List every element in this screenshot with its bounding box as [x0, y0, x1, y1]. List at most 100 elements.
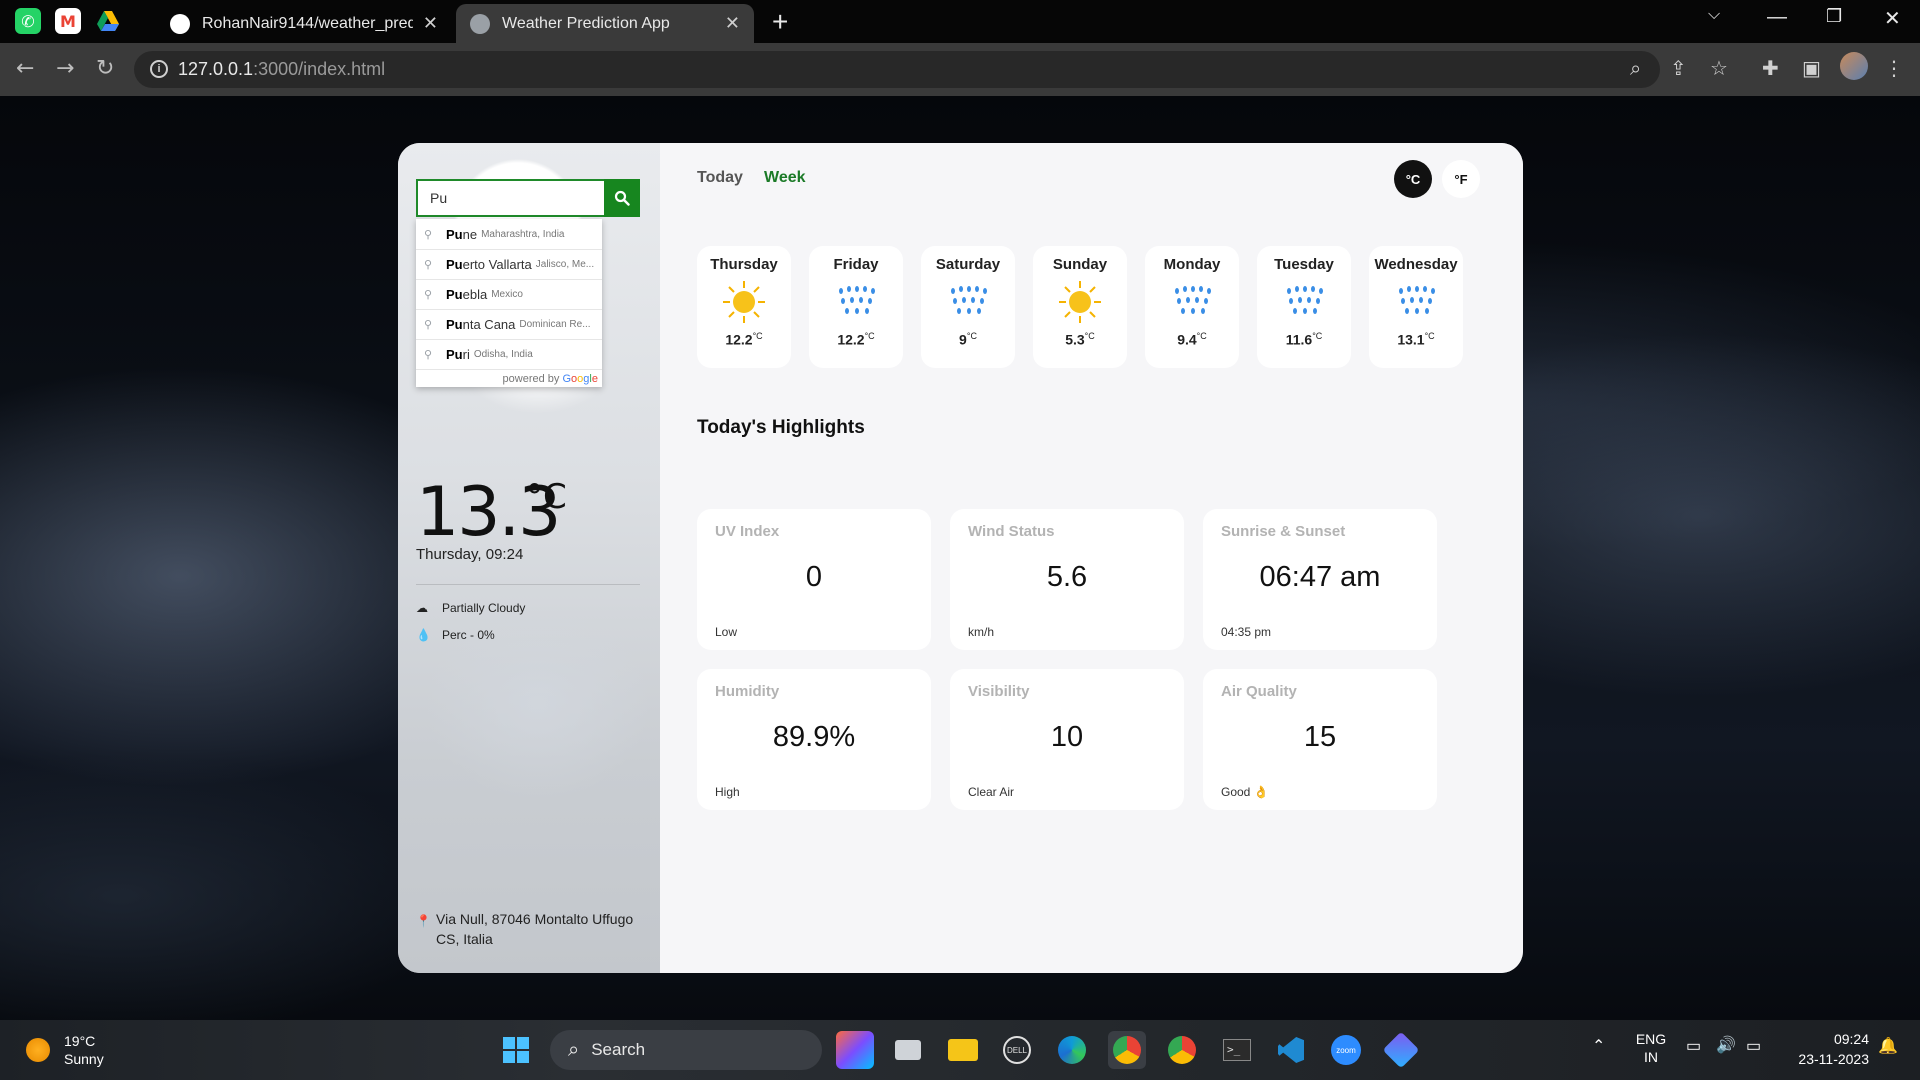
- map-pin-icon: ⚲: [424, 289, 433, 301]
- address-bar[interactable]: i 127.0.0.1:3000/index.html: [134, 51, 1660, 88]
- page-background: ⚲PuneMaharashtra, India ⚲Puerto Vallarta…: [0, 96, 1920, 1020]
- tab-title: Weather Prediction App: [502, 14, 670, 32]
- map-pin-icon: ⚲: [424, 228, 433, 241]
- network-icon[interactable]: ▭: [1686, 1036, 1701, 1056]
- share-icon[interactable]: ⇪: [1670, 56, 1687, 80]
- task-view-icon[interactable]: [889, 1031, 927, 1069]
- taskbar-search-label: Search: [591, 1040, 646, 1059]
- tab-title: RohanNair9144/weather_predec: [202, 14, 413, 32]
- condition-row: ☁ Partially Cloudy: [416, 601, 525, 615]
- droplet-icon: 💧: [416, 628, 431, 642]
- current-weather-panel: ⚲PuneMaharashtra, India ⚲Puerto Vallarta…: [398, 143, 660, 973]
- minimize-icon[interactable]: —: [1767, 6, 1787, 29]
- taskbar-search[interactable]: ⌕ Search: [550, 1030, 822, 1070]
- fahrenheit-button[interactable]: °F: [1442, 160, 1480, 198]
- cloud-icon: ☁: [416, 601, 428, 615]
- suggestion-item[interactable]: ⚲ Punta Cana Dominican Re...: [416, 309, 602, 339]
- day-card: Saturday 9°C: [921, 246, 1015, 368]
- day-card: Friday 12.2°C: [809, 246, 903, 368]
- browser-tab-strip: ✆ M RohanNair9144/weather_predec ✕ Weath…: [0, 0, 1920, 43]
- vscode-icon[interactable]: [1272, 1031, 1310, 1069]
- day-card: Tuesday 11.6°C: [1257, 246, 1351, 368]
- city-search-input[interactable]: [416, 179, 604, 217]
- map-pin-icon: ⚲: [424, 259, 433, 271]
- whatsapp-icon[interactable]: ✆: [15, 8, 41, 34]
- globe-icon: [470, 13, 490, 34]
- zoom-icon[interactable]: ⌕: [1630, 56, 1641, 80]
- map-pin-icon: ⚲: [424, 319, 433, 331]
- condition-text: Partially Cloudy: [442, 601, 526, 615]
- sunrise-sunset-card: Sunrise & Sunset 06:47 am 04:35 pm: [1203, 509, 1437, 650]
- forecast-panel: Today Week °C °F Thursday 12.2°C Friday 12…: [660, 143, 1523, 973]
- rain-icon: [1287, 286, 1323, 314]
- powered-by-google: powered by Google: [416, 369, 602, 387]
- day-card: Thursday 12.2°C: [697, 246, 791, 368]
- uv-index-card: UV Index 0 Low: [697, 509, 931, 650]
- dell-icon[interactable]: DELL: [998, 1031, 1036, 1069]
- gmail-icon[interactable]: M: [55, 8, 81, 34]
- weather-widget[interactable]: 19°C Sunny: [26, 1032, 104, 1068]
- suggestion-item[interactable]: ⚲ Puebla Mexico: [416, 279, 602, 309]
- suggestion-item[interactable]: ⚲ Pune Maharashtra, India: [416, 219, 602, 249]
- highlights-title: Today's Highlights: [697, 417, 865, 438]
- tab-weather-app[interactable]: Weather Prediction App ✕: [456, 4, 754, 43]
- search-icon: [614, 190, 630, 206]
- rain-icon: [951, 286, 987, 314]
- start-button[interactable]: [497, 1031, 535, 1069]
- current-datetime: Thursday, 09:24: [416, 546, 524, 563]
- bookmark-star-icon[interactable]: ☆: [1710, 56, 1728, 80]
- site-info-icon[interactable]: i: [150, 60, 168, 78]
- close-tab-icon[interactable]: ✕: [725, 13, 740, 34]
- volume-icon[interactable]: 🔊: [1716, 1035, 1736, 1055]
- search-button[interactable]: [604, 179, 640, 217]
- copilot-icon[interactable]: [1382, 1031, 1420, 1069]
- humidity-card: Humidity 89.9% High: [697, 669, 931, 810]
- browser-toolbar: ← → ↻ i 127.0.0.1:3000/index.html ⌕ ⇪ ☆ …: [0, 43, 1920, 96]
- new-tab-button[interactable]: +: [772, 6, 788, 38]
- sun-icon: [1059, 281, 1101, 323]
- reload-icon[interactable]: ↻: [96, 56, 114, 81]
- suggestion-item[interactable]: ⚲ Puerto Vallarta Jalisco, Me...: [416, 249, 602, 279]
- taskbar-weather-temp: 19°C: [64, 1033, 96, 1049]
- menu-kebab-icon[interactable]: ⋮: [1884, 56, 1904, 80]
- taskbar-weather-desc: Sunny: [64, 1051, 104, 1067]
- day-card: Monday 9.4°C: [1145, 246, 1239, 368]
- notification-bell-icon[interactable]: 🔔: [1878, 1036, 1898, 1056]
- chrome-dev-icon[interactable]: [1108, 1031, 1146, 1069]
- search-icon: ⌕: [568, 1038, 580, 1061]
- tab-week[interactable]: Week: [764, 169, 806, 187]
- extensions-icon[interactable]: ✚: [1762, 56, 1779, 80]
- edge-icon[interactable]: [1053, 1031, 1091, 1069]
- close-tab-icon[interactable]: ✕: [423, 13, 438, 34]
- windows-logo-icon: [503, 1037, 529, 1063]
- terminal-icon[interactable]: >_: [1218, 1031, 1256, 1069]
- sun-icon: [723, 281, 765, 323]
- chrome-icon[interactable]: [1163, 1031, 1201, 1069]
- battery-icon[interactable]: ▭: [1746, 1036, 1761, 1056]
- system-clock[interactable]: 09:24 23-11-2023: [1785, 1029, 1869, 1069]
- tab-search-chevron-icon[interactable]: ⌵: [1708, 6, 1720, 24]
- google-drive-icon[interactable]: [95, 8, 121, 34]
- forward-icon[interactable]: →: [56, 56, 74, 81]
- file-explorer-icon[interactable]: [944, 1031, 982, 1069]
- premiere-app-icon[interactable]: [836, 1031, 874, 1069]
- tab-github[interactable]: RohanNair9144/weather_predec ✕: [156, 4, 452, 43]
- rain-icon: [839, 286, 875, 314]
- back-icon[interactable]: ←: [16, 56, 34, 81]
- tab-today[interactable]: Today: [697, 169, 743, 187]
- restore-icon[interactable]: ❐: [1826, 6, 1842, 27]
- day-card: Sunday 5.3°C: [1033, 246, 1127, 368]
- window-close-icon[interactable]: ✕: [1884, 6, 1901, 31]
- celsius-button[interactable]: °C: [1394, 160, 1432, 198]
- side-panel-icon[interactable]: ▣: [1802, 56, 1821, 80]
- profile-avatar[interactable]: [1840, 52, 1868, 80]
- location-pin-icon: 📍: [416, 914, 431, 928]
- rain-icon: [1175, 286, 1211, 314]
- week-forecast: Thursday 12.2°C Friday 12.2°C Saturday 9°C …: [697, 246, 1463, 368]
- show-hidden-icons-chevron-icon[interactable]: ⌃: [1592, 1036, 1605, 1056]
- highlights-grid: UV Index 0 Low Wind Status 5.6 km/h Sunrise …: [697, 509, 1437, 810]
- url-path: :3000/index.html: [253, 59, 386, 79]
- zoom-app-icon[interactable]: zoom: [1327, 1031, 1365, 1069]
- suggestion-item[interactable]: ⚲ Puri Odisha, India: [416, 339, 602, 369]
- language-indicator[interactable]: ENG IN: [1635, 1030, 1667, 1066]
